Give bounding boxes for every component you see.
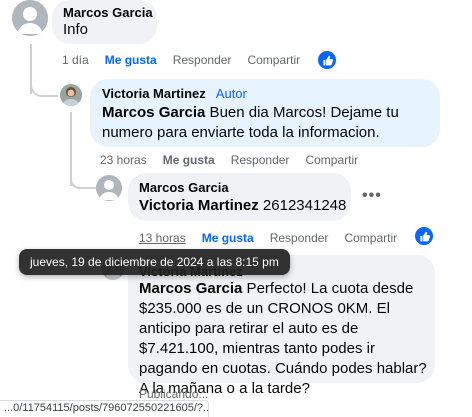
share-button[interactable]: Compartir [247,53,300,67]
share-button[interactable]: Compartir [305,153,358,167]
share-button[interactable]: Compartir [344,231,397,245]
mention-link[interactable]: Marcos Garcia [102,104,205,121]
avatar[interactable] [60,84,82,106]
avatar[interactable] [96,175,122,201]
mention-link[interactable]: Marcos Garcia [139,280,242,297]
thread-connector-1 [30,44,58,97]
like-button[interactable]: Me gusta [105,53,157,67]
more-options-icon[interactable]: ••• [362,187,382,205]
reply-actions: 23 horas Me gusta Responder Compartir [100,153,374,167]
reply-body: Perfecto! La cuota desde $235.000 es de … [139,280,427,397]
reply-author-name[interactable]: Victoria Martinez [102,86,206,101]
reply-body: 2612341248 [258,197,347,214]
profile-photo-icon [60,84,82,106]
browser-status-url: ...0/11754115/posts/796072550221605/?... [0,400,209,417]
comment-text: Info [63,21,89,38]
reply-author: Victoria Martinez Autor [102,86,247,101]
comment-bubble: Marcos Garcia Info [52,0,157,44]
reply-text: Victoria Martinez 2612341248 [139,196,349,216]
like-button[interactable]: Me gusta [202,231,254,245]
default-avatar-icon [12,0,48,36]
timestamp[interactable]: 23 horas [100,153,147,167]
default-avatar-icon [96,175,122,201]
author-badge: Autor [215,86,247,101]
reply-button[interactable]: Responder [173,53,232,67]
comment-author[interactable]: Marcos Garcia [63,5,153,20]
like-button[interactable]: Me gusta [163,153,215,167]
avatar[interactable] [12,0,48,36]
mention-link[interactable]: Victoria Martinez [139,197,259,214]
reply-author[interactable]: Marcos Garcia [139,180,229,195]
timestamp[interactable]: 13 horas [139,231,186,245]
reply-actions: 13 horas Me gusta Responder Compartir [139,231,413,245]
comment-actions: 1 día Me gusta Responder Compartir [62,53,316,67]
timestamp-tooltip: jueves, 19 de diciembre de 2024 a las 8:… [19,249,290,275]
timestamp[interactable]: 1 día [62,53,89,67]
reply-text: Marcos Garcia Perfecto! La cuota desde $… [139,279,429,399]
like-reaction-icon[interactable] [318,51,336,69]
reply-bubble: Victoria Martinez Autor Marcos Garcia Bue… [90,79,440,147]
publishing-status: Publicando... [139,387,209,401]
reply-text: Marcos Garcia Buen dia Marcos! Dejame tu… [102,103,432,143]
reply-button[interactable]: Responder [270,231,329,245]
reply-button[interactable]: Responder [231,153,290,167]
like-reaction-icon[interactable] [415,227,433,245]
reply-bubble: Marcos Garcia Victoria Martinez 26123412… [128,173,351,221]
